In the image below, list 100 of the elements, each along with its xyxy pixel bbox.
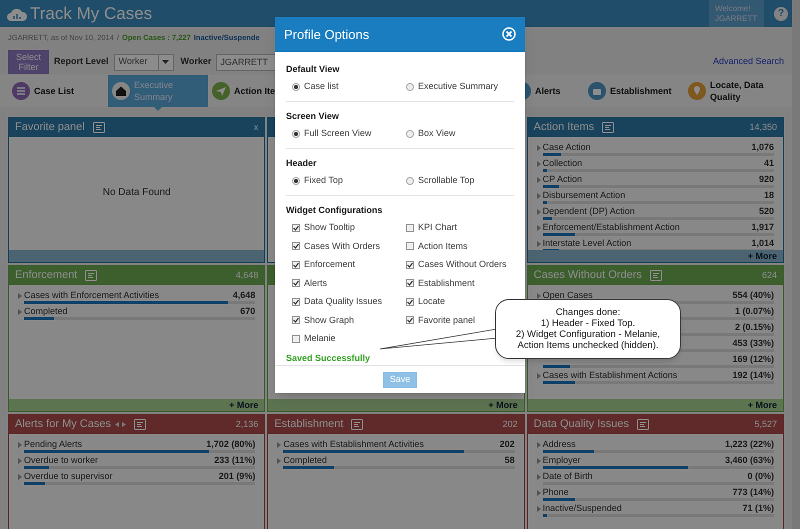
checkbox[interactable] bbox=[292, 298, 300, 306]
item-label[interactable]: Cases with Establishment Actions bbox=[542, 370, 678, 381]
expand-icon[interactable] bbox=[536, 208, 541, 214]
expand-icon[interactable] bbox=[18, 474, 22, 480]
checkbox-option[interactable]: Show Graph bbox=[286, 314, 400, 328]
expand-icon[interactable] bbox=[536, 372, 541, 378]
checkbox-option[interactable]: Show Tooltip bbox=[286, 221, 400, 235]
expand-icon[interactable] bbox=[18, 292, 22, 298]
checkbox[interactable] bbox=[292, 334, 300, 343]
expand-icon[interactable] bbox=[536, 240, 541, 246]
checkbox[interactable] bbox=[292, 224, 300, 232]
checkbox-option[interactable]: Cases With Orders bbox=[286, 240, 400, 254]
arrows-icon[interactable] bbox=[114, 422, 126, 427]
expand-icon[interactable] bbox=[536, 442, 541, 448]
expand-icon[interactable] bbox=[277, 442, 282, 448]
checkbox[interactable] bbox=[292, 260, 300, 269]
select-filter-button[interactable]: Select Filter bbox=[8, 50, 49, 74]
radio-button[interactable] bbox=[292, 176, 300, 185]
expand-icon[interactable] bbox=[536, 292, 541, 298]
expand-icon[interactable] bbox=[536, 474, 541, 480]
checkbox-option[interactable]: Melanie bbox=[286, 332, 400, 346]
close-icon[interactable] bbox=[502, 27, 516, 42]
nav-tab[interactable]: Action Ite bbox=[208, 75, 275, 107]
more-link[interactable]: + More bbox=[229, 400, 258, 410]
checkbox[interactable] bbox=[406, 224, 414, 232]
expand-icon[interactable] bbox=[536, 192, 541, 198]
expand-icon[interactable] bbox=[536, 458, 541, 464]
report-level-select[interactable]: Worker bbox=[114, 54, 174, 70]
checkbox[interactable] bbox=[292, 242, 300, 250]
expand-icon[interactable] bbox=[277, 458, 282, 464]
checkbox-option[interactable]: Enforcement bbox=[286, 258, 400, 272]
checkbox[interactable] bbox=[292, 279, 300, 288]
checkbox[interactable] bbox=[406, 279, 414, 288]
checkbox-option[interactable]: Establishment bbox=[400, 276, 514, 290]
radio-option[interactable]: Executive Summary bbox=[400, 80, 514, 94]
more-link[interactable]: + More bbox=[748, 252, 777, 260]
expand-icon[interactable] bbox=[536, 506, 541, 512]
chart-icon[interactable] bbox=[85, 270, 98, 281]
radio-button[interactable] bbox=[292, 130, 300, 138]
radio-button[interactable] bbox=[292, 82, 300, 91]
chart-icon[interactable] bbox=[92, 122, 105, 133]
expand-icon[interactable] bbox=[536, 160, 541, 166]
nav-tab[interactable]: Case List bbox=[8, 75, 108, 107]
item-label[interactable]: Open Cases bbox=[542, 290, 593, 301]
item-label[interactable]: Inactive/Suspended bbox=[542, 503, 622, 514]
radio-option[interactable]: Scrollable Top bbox=[400, 174, 514, 188]
checkbox-option[interactable]: KPI Chart bbox=[400, 221, 514, 235]
radio-button[interactable] bbox=[406, 176, 414, 185]
checkbox[interactable] bbox=[292, 316, 300, 324]
checkbox[interactable] bbox=[406, 242, 414, 250]
item-label[interactable]: Enforcement/Establishment Action bbox=[542, 222, 680, 233]
item-label[interactable]: Overdue to worker bbox=[24, 455, 98, 466]
advanced-search-link[interactable]: Advanced Search bbox=[712, 55, 784, 69]
expand-icon[interactable] bbox=[536, 490, 541, 496]
scrollbar[interactable] bbox=[792, 0, 800, 529]
chart-icon[interactable] bbox=[650, 270, 662, 281]
expand-icon[interactable] bbox=[18, 442, 22, 448]
radio-button[interactable] bbox=[406, 82, 414, 91]
radio-option[interactable]: Full Screen View bbox=[286, 127, 400, 141]
chart-icon[interactable] bbox=[602, 122, 614, 133]
expand-icon[interactable] bbox=[536, 224, 541, 230]
item-label[interactable]: Interstate Level Action bbox=[542, 238, 632, 249]
expand-icon[interactable] bbox=[536, 176, 541, 182]
expand-icon[interactable] bbox=[18, 308, 22, 314]
item-label[interactable]: Collection bbox=[542, 158, 582, 169]
radio-option[interactable]: Case list bbox=[286, 80, 400, 94]
checkbox-option[interactable]: Alerts bbox=[286, 276, 400, 290]
checkbox-option[interactable]: Action Items bbox=[400, 240, 514, 254]
expand-icon[interactable] bbox=[18, 458, 22, 464]
expand-icon[interactable] bbox=[536, 144, 541, 150]
nav-tab[interactable]: Locate, Data Quality bbox=[684, 75, 784, 107]
item-label[interactable]: Overdue to supervisor bbox=[24, 471, 113, 482]
item-label[interactable]: CP Action bbox=[542, 174, 582, 185]
checkbox[interactable] bbox=[406, 316, 414, 324]
radio-option[interactable]: Box View bbox=[400, 127, 514, 141]
item-label[interactable]: Disbursement Action bbox=[542, 190, 626, 201]
chart-icon[interactable] bbox=[351, 419, 364, 430]
checkbox[interactable] bbox=[406, 260, 414, 269]
item-label[interactable]: Cases with Enforcement Activities bbox=[24, 290, 160, 301]
chart-icon[interactable] bbox=[134, 419, 146, 430]
more-link[interactable]: + More bbox=[748, 400, 777, 410]
item-label[interactable]: Pending Alerts bbox=[24, 439, 82, 450]
item-label[interactable]: Address bbox=[542, 439, 576, 450]
item-label[interactable]: Completed bbox=[283, 455, 327, 466]
item-label[interactable]: Date of Birth bbox=[542, 471, 593, 482]
chart-icon[interactable] bbox=[637, 419, 650, 430]
nav-tab[interactable]: Establishment bbox=[584, 75, 684, 107]
radio-button[interactable] bbox=[406, 130, 414, 138]
item-label[interactable]: Phone bbox=[542, 487, 569, 498]
checkbox-option[interactable]: Cases Without Orders bbox=[400, 258, 514, 272]
checkbox-option[interactable]: Data Quality Issues bbox=[286, 295, 400, 309]
item-label[interactable]: Employer bbox=[542, 455, 581, 466]
more-link[interactable]: + More bbox=[488, 400, 518, 410]
close-button[interactable]: x bbox=[254, 120, 258, 134]
checkbox[interactable] bbox=[406, 298, 414, 306]
item-label[interactable]: Dependent (DP) Action bbox=[542, 206, 635, 217]
item-label[interactable]: Case Action bbox=[542, 142, 591, 153]
item-label[interactable]: Completed bbox=[24, 306, 68, 317]
radio-option[interactable]: Fixed Top bbox=[286, 174, 400, 188]
item-label[interactable]: Cases with Establishment Activities bbox=[283, 439, 424, 450]
